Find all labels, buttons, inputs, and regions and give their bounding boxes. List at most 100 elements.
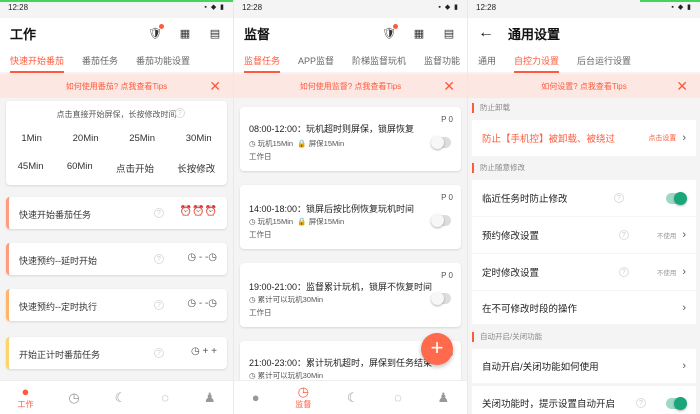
tips-text: 如何使用监督? 点我查看Tips	[299, 81, 402, 91]
task-toggle[interactable]	[431, 292, 451, 305]
tab-self-control[interactable]: 自控力设置	[514, 54, 560, 73]
help-icon[interactable]: ?	[154, 254, 164, 264]
back-arrow-icon[interactable]: ←	[478, 24, 494, 42]
task-card[interactable]: P 0 19:00-21:00：监督累计玩机，锁屏不恢复时间 ◷ 累计可以玩机3…	[240, 263, 461, 327]
settings-row[interactable]: 预约修改设置 ? 不使用 ›	[472, 217, 696, 253]
tomato-icon: ●	[21, 384, 30, 399]
nav-supervise[interactable]: ◷ 监督	[295, 385, 311, 410]
help-icon[interactable]: ?	[618, 230, 629, 240]
tab-tomato-tasks[interactable]: 番茄任务	[82, 54, 118, 73]
auto-prompt-toggle[interactable]	[666, 396, 687, 410]
prevent-modify-toggle[interactable]	[666, 191, 687, 205]
click-settings-link[interactable]: 点击设置	[648, 133, 676, 143]
nav-work[interactable]: ● 工作	[17, 385, 33, 410]
task-meta1: 累计可以玩机30Min	[257, 295, 324, 304]
row-label: 关闭功能时，提示设置自动开启	[482, 399, 616, 410]
task-meta1: 玩机15Min	[257, 217, 294, 226]
tips-banner[interactable]: 如何使用监督? 点我查看Tips ✕	[234, 74, 467, 98]
chevron-right-icon: ›	[682, 229, 686, 241]
clock-icon: ◷	[249, 139, 256, 148]
settings-row[interactable]: 定时修改设置 ? 不使用 ›	[472, 254, 696, 290]
tips-text: 如何使用番茄? 点我查看Tips	[65, 81, 168, 91]
settings-row[interactable]: 在不可修改时段的操作 ›	[472, 291, 696, 324]
time-30min[interactable]: 30Min	[186, 133, 212, 144]
tab-ladder-supervise[interactable]: 阶梯监督玩机	[352, 54, 406, 73]
header: 工作 🛡 ▦ ▤	[0, 18, 233, 48]
settings-row[interactable]: 临近任务时防止修改 ?	[472, 180, 696, 216]
status-icons: ▪ ◆ ▮	[438, 4, 459, 11]
list-item[interactable]: 快速预约--延时开始 ? ◷ - -◷	[6, 243, 227, 275]
help-icon[interactable]: ?	[154, 208, 164, 218]
close-icon[interactable]: ✕	[443, 78, 455, 95]
list-item[interactable]: 快速开始番茄任务 ? ⏰⏰⏰	[6, 197, 227, 229]
task-sub: 工作日	[249, 308, 272, 317]
nav-profile[interactable]: ♟	[437, 390, 449, 405]
moon-icon: ☾	[346, 389, 359, 405]
nav-profile[interactable]: ♟	[204, 390, 216, 405]
click-start-label[interactable]: 点击开始	[116, 161, 154, 175]
time-1min[interactable]: 1Min	[21, 133, 42, 144]
clock-icon: ◷	[297, 384, 309, 399]
long-press-edit-label[interactable]: 长按修改	[177, 161, 215, 175]
status-time: 12:28	[476, 3, 497, 12]
time-25min[interactable]: 25Min	[129, 133, 155, 144]
nav-sleep[interactable]: ☾	[114, 389, 127, 405]
task-card[interactable]: P 0 08:00-12:00：玩机超时则屏保，锁屏恢复 ◷ 玩机15Min 🔒…	[240, 107, 461, 171]
clock-icon: ◷	[249, 371, 256, 380]
nav-sleep[interactable]: ☾	[346, 389, 359, 405]
help-icon[interactable]: ?	[618, 267, 629, 277]
help-icon[interactable]: ?	[154, 348, 164, 358]
task-toggle[interactable]	[431, 214, 451, 227]
clock-icon: ◷	[68, 389, 80, 405]
clipboard-icon[interactable]: ▤	[441, 25, 457, 41]
help-icon[interactable]: ?	[175, 108, 185, 118]
task-toggle[interactable]	[431, 136, 451, 149]
item-label: 快速预约--定时执行	[19, 302, 97, 312]
tab-tomato-settings[interactable]: 番茄功能设置	[136, 54, 190, 73]
help-icon[interactable]: ?	[614, 193, 624, 203]
time-20min[interactable]: 20Min	[73, 133, 99, 144]
tab-background[interactable]: 后台运行设置	[577, 54, 631, 73]
tab-supervise-tasks[interactable]: 监督任务	[244, 54, 281, 73]
close-icon[interactable]: ✕	[676, 78, 688, 95]
badge-icon[interactable]: 🛡	[147, 24, 164, 41]
page-title: 工作	[10, 26, 37, 42]
time-45min[interactable]: 45Min	[18, 161, 44, 175]
calendar-icon[interactable]: ▦	[411, 25, 427, 41]
help-icon[interactable]: ?	[636, 398, 646, 408]
close-icon[interactable]: ✕	[209, 78, 221, 95]
nav-work[interactable]: ●	[251, 389, 260, 405]
add-task-button[interactable]: +	[421, 333, 453, 365]
help-icon[interactable]: ?	[154, 300, 164, 310]
nav-stats[interactable]: ◌	[161, 390, 169, 405]
nav-stats[interactable]: ◌	[394, 389, 402, 405]
ring-icon: ◌	[394, 389, 402, 405]
moon-icon: ☾	[114, 389, 127, 405]
clipboard-icon[interactable]: ▤	[207, 25, 223, 41]
row-label: 临近任务时防止修改	[482, 194, 568, 205]
list-item[interactable]: 快速预约--定时执行 ? ◷ - -◷	[6, 289, 227, 321]
tomato-icon: ●	[251, 389, 260, 405]
task-title: 14:00-18:00：锁屏后按比例恢复玩机时间	[249, 204, 415, 214]
tips-banner[interactable]: 如何使用番茄? 点我查看Tips ✕	[0, 74, 233, 98]
settings-row[interactable]: 关闭功能时，提示设置自动开启 ?	[472, 386, 696, 414]
tab-app-supervise[interactable]: APP监督	[298, 54, 334, 73]
nav-supervise-label: 监督	[295, 400, 312, 409]
tab-general[interactable]: 通用	[478, 54, 496, 73]
tab-quick-start[interactable]: 快速开始番茄	[10, 54, 65, 73]
settings-row[interactable]: 自动开启/关闭功能如何使用 ›	[472, 349, 696, 383]
badge-icon[interactable]: 🛡	[381, 24, 398, 41]
tab-supervise-functions[interactable]: 监督功能	[424, 54, 460, 73]
task-card[interactable]: P 0 14:00-18:00：锁屏后按比例恢复玩机时间 ◷ 玩机15Min 🔒…	[240, 185, 461, 249]
tips-text: 如何设置? 点我查看Tips	[541, 81, 627, 91]
calendar-icon[interactable]: ▦	[177, 25, 193, 41]
tips-banner[interactable]: 如何设置? 点我查看Tips ✕	[468, 74, 700, 98]
time-60min[interactable]: 60Min	[67, 161, 93, 175]
nav-supervise[interactable]: ◷	[68, 389, 80, 405]
list-item[interactable]: 开始正计时番茄任务 ? ◷ + +	[6, 337, 227, 369]
page-title: 通用设置	[508, 26, 561, 42]
chevron-right-icon: ›	[682, 132, 686, 144]
anti-uninstall-row[interactable]: 防止【手机控】被卸载、被绕过 点击设置 ›	[472, 120, 696, 156]
status-icons: ▪ ◆ ▮	[204, 4, 225, 11]
status-icons: ▪ ◆ ▮	[671, 4, 692, 11]
